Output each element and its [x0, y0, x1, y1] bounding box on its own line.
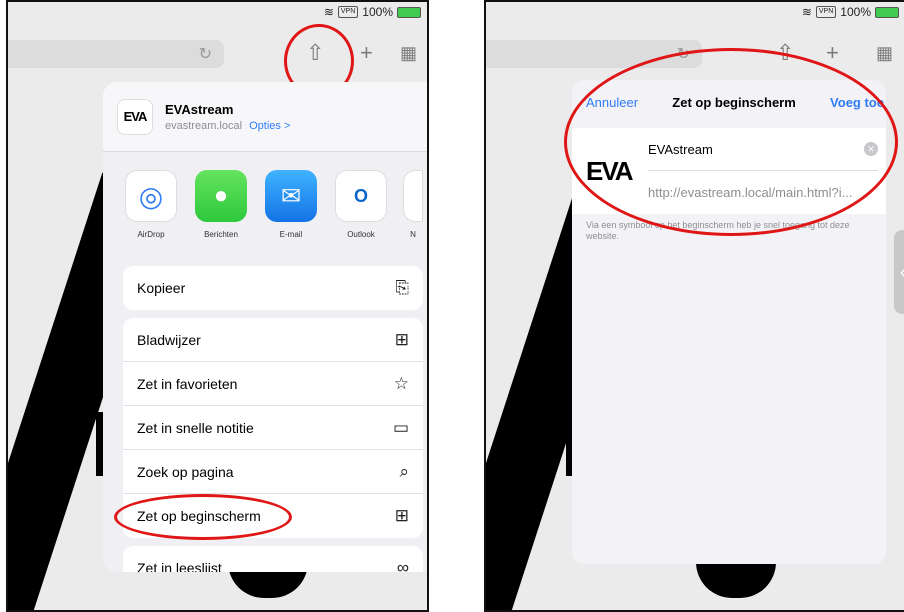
action-bookmark[interactable]: Bladwijzer ⊞: [123, 318, 423, 362]
notes-icon: [403, 170, 423, 222]
quick-note-icon: ▭: [392, 417, 409, 437]
vpn-badge: VPN: [815, 6, 837, 18]
wifi-icon: ≋: [323, 5, 334, 19]
battery-label: 100%: [362, 5, 393, 19]
action-label: Bladwijzer: [137, 331, 201, 348]
share-sheet-header: EVA EVAstream evastream.local Opties >: [103, 82, 427, 152]
action-label: Kopieer: [137, 280, 186, 296]
mail-icon: ✉: [265, 170, 317, 222]
action-group-copy: Kopieer ⎘: [123, 266, 423, 310]
tabs-overview-icon[interactable]: ▦: [876, 42, 893, 64]
action-group-reading: Zet in leeslijst ∞: [123, 546, 423, 572]
messages-icon: ●: [195, 170, 247, 222]
highlight-circle-dialog: [564, 48, 898, 236]
site-domain: evastream.local: [165, 119, 243, 132]
background-graphic-blob: [696, 562, 776, 598]
wifi-icon: ≋: [801, 5, 812, 19]
glasses-icon: ∞: [396, 558, 409, 572]
vpn-badge: VPN: [337, 6, 359, 18]
reload-icon[interactable]: ↻: [199, 44, 212, 64]
action-label: Zet in favorieten: [137, 375, 238, 392]
app-label: Outlook: [347, 230, 375, 239]
status-bar: ≋ VPN 100%: [324, 5, 421, 19]
outlook-icon: O: [335, 170, 387, 222]
left-screenshot: ≋ VPN 100% ↻ ⇧ + ▦ ‹ EVA EVAstream evast…: [6, 0, 429, 612]
copy-icon: ⎘: [395, 278, 409, 297]
address-bar[interactable]: ↻: [8, 40, 224, 68]
add-square-icon: ⊞: [394, 506, 409, 525]
action-find-on-page[interactable]: Zoek op pagina ⌕: [123, 450, 423, 494]
site-title: EVAstream: [165, 101, 234, 117]
options-link[interactable]: Opties >: [249, 120, 290, 132]
battery-label: 100%: [840, 5, 871, 19]
app-label: Berichten: [204, 230, 238, 239]
action-label: Zet in leeslijst: [137, 560, 222, 572]
app-label: N: [410, 230, 416, 239]
action-label: Zoek op pagina: [137, 463, 234, 480]
battery-icon: [875, 6, 899, 18]
sidebar-handle[interactable]: ‹: [894, 230, 904, 314]
action-reading-list[interactable]: Zet in leeslijst ∞: [123, 546, 423, 572]
app-label: E-mail: [279, 230, 303, 239]
action-favorites[interactable]: Zet in favorieten ☆: [123, 362, 423, 406]
book-icon: ⊞: [394, 329, 409, 349]
app-label: AirDrop: [137, 230, 165, 239]
new-tab-icon[interactable]: +: [360, 42, 373, 64]
action-copy[interactable]: Kopieer ⎘: [123, 266, 423, 310]
new-tab-icon[interactable]: +: [826, 42, 839, 64]
battery-icon: [397, 6, 421, 18]
right-screenshot: ≋ VPN 100% ↻ ⇧ + ▦ ‹ Annuleer Zet op beg…: [484, 0, 904, 612]
tabs-overview-icon[interactable]: ▦: [400, 42, 417, 64]
site-logo: EVA: [117, 98, 153, 135]
status-bar: ≋ VPN 100%: [802, 5, 899, 19]
highlight-circle-add-to-home: [114, 494, 292, 540]
action-quick-note[interactable]: Zet in snelle notitie ▭: [123, 406, 423, 450]
star-icon: ☆: [393, 373, 409, 393]
search-icon: ⌕: [399, 461, 409, 481]
sidebar-handle[interactable]: ‹: [428, 230, 429, 314]
action-label: Zet in snelle notitie: [137, 419, 254, 436]
airdrop-icon: ◎: [125, 170, 177, 222]
